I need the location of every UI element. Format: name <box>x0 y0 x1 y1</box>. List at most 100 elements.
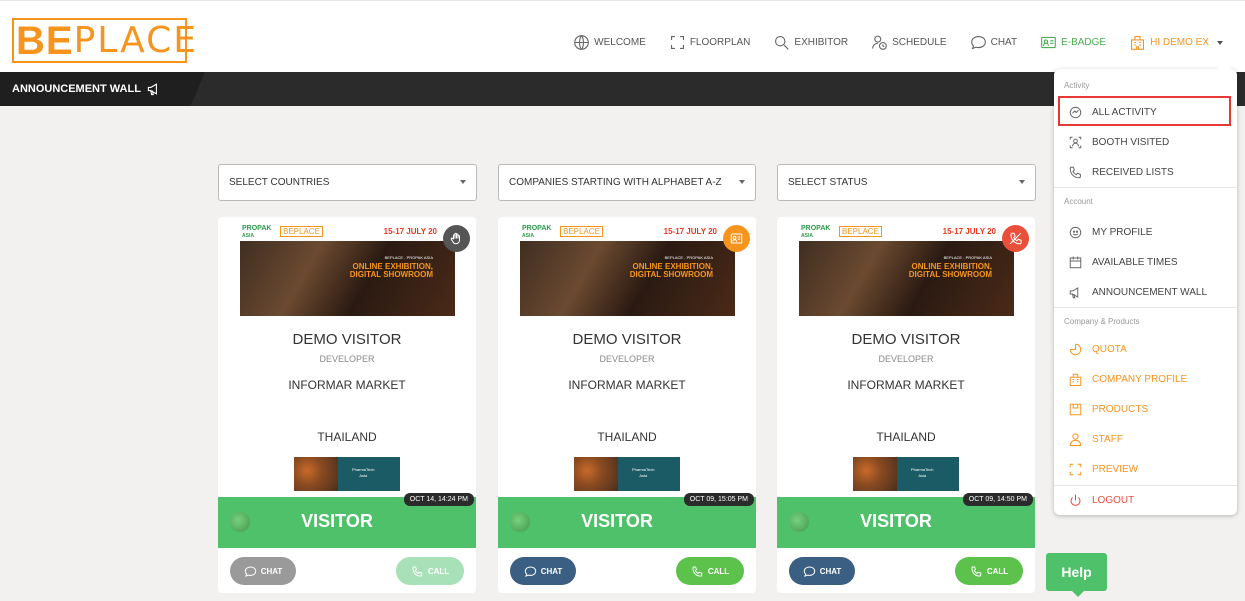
chat-icon <box>244 565 256 577</box>
globe-icon <box>574 35 590 50</box>
menu-logout[interactable]: LOGOUT <box>1068 493 1134 508</box>
status-badge <box>1002 225 1029 252</box>
select-countries[interactable]: SELECT COUNTRIES <box>218 164 477 201</box>
hand-icon <box>449 231 464 246</box>
timestamp-badge: OCT 14, 14:24 PM <box>403 493 474 506</box>
status-badge <box>443 225 470 252</box>
menu-received-lists[interactable]: RECEIVED LISTS <box>1068 165 1174 180</box>
nav-schedule[interactable]: SCHEDULE <box>871 34 947 51</box>
nav-chat[interactable]: CHAT <box>970 34 1017 51</box>
thumbnail-food <box>294 457 338 491</box>
nav-user-label: HI DEMO EX <box>1150 37 1209 48</box>
call-button[interactable]: CALL <box>396 557 464 585</box>
menu-company-profile[interactable]: COMPANY PROFILE <box>1068 372 1187 387</box>
visitor-company: INFORMAR MARKET <box>288 378 406 392</box>
preview-icon <box>1069 463 1082 476</box>
top-header: BE PLACE WELCOME FLOORPLAN EXHIBITOR SCHE… <box>0 0 1245 72</box>
caret-down-icon <box>460 180 466 184</box>
nav-exhibitor[interactable]: EXHIBITOR <box>773 34 848 51</box>
event-banner: PROPAK ASIA BEPLACE 15-17 JULY 20 BEPLACE… <box>240 223 455 316</box>
section-account: Account <box>1064 197 1093 206</box>
status-badge <box>723 225 750 252</box>
banner-small-text: BEPLACE - PROPAK ASIA <box>384 255 433 260</box>
menu-preview[interactable]: PREVIEW <box>1068 462 1138 477</box>
menu-company-profile-label: COMPANY PROFILE <box>1092 374 1188 385</box>
visitor-card[interactable]: PROPAK ASIA BEPLACE 15-17 JULY 20 BEPLACE… <box>218 217 476 593</box>
select-alphabet-value: COMPANIES STARTING WITH ALPHABET A-Z <box>509 177 722 188</box>
select-status[interactable]: SELECT STATUS <box>777 164 1036 201</box>
menu-available-times[interactable]: AVAILABLE TIMES <box>1068 255 1178 270</box>
menu-products[interactable]: PRODUCTS <box>1068 402 1148 417</box>
company-thumbnail: PharmaTech Asia <box>294 457 400 491</box>
chat-button[interactable]: CHAT <box>789 557 855 585</box>
logo-place: PLACE <box>73 19 199 61</box>
select-status-value: SELECT STATUS <box>788 177 868 188</box>
menu-quota[interactable]: QUOTA <box>1068 342 1127 357</box>
announcement-wall-tab[interactable]: ANNOUNCEMENT WALL <box>0 72 205 106</box>
propak-logo: PROPAK ASIA <box>242 225 272 239</box>
beplace-mini-logo: BEPLACE <box>560 226 603 237</box>
visitor-role: DEVELOPER <box>599 354 655 364</box>
visitor-name: DEMO VISITOR <box>572 331 682 348</box>
menu-all-activity[interactable]: ALL ACTIVITY <box>1068 105 1157 120</box>
menu-all-activity-label: ALL ACTIVITY <box>1092 107 1157 118</box>
megaphone-icon <box>1069 287 1079 299</box>
nav-e-badge[interactable]: E-BADGE <box>1040 34 1106 51</box>
nav-chat-label: CHAT <box>990 37 1018 48</box>
select-countries-value: SELECT COUNTRIES <box>229 177 330 188</box>
activity-icon <box>1069 106 1082 119</box>
nav-floorplan[interactable]: FLOORPLAN <box>669 34 750 51</box>
visitor-card[interactable]: PROPAK ASIA BEPLACE 15-17 JULY 20 BEPLACE… <box>498 217 756 593</box>
visitor-role: DEVELOPER <box>319 354 375 364</box>
call-button-label: CALL <box>707 566 730 576</box>
nav-user-menu[interactable]: HI DEMO EX <box>1129 34 1223 51</box>
menu-divider <box>1054 187 1237 188</box>
chat-icon <box>803 565 815 577</box>
chat-button[interactable]: CHAT <box>230 557 296 585</box>
help-label: Help <box>1061 564 1092 580</box>
banner-headline-2: DIGITAL SHOWROOM <box>629 270 713 279</box>
id-card-icon <box>729 231 744 246</box>
event-banner: PROPAK ASIA BEPLACE 15-17 JULY 20 BEPLACE… <box>520 223 735 316</box>
menu-my-profile[interactable]: MY PROFILE <box>1068 225 1152 240</box>
menu-available-times-label: AVAILABLE TIMES <box>1092 257 1178 268</box>
timestamp-badge: OCT 09, 14:50 PM <box>962 493 1033 506</box>
visitor-company: INFORMAR MARKET <box>847 378 965 392</box>
menu-booth-visited-label: BOOTH VISITED <box>1092 137 1170 148</box>
chat-button-label: CHAT <box>540 566 563 576</box>
booth-icon <box>1069 136 1082 149</box>
menu-staff[interactable]: STAFF <box>1068 432 1123 447</box>
section-activity: Activity <box>1064 81 1090 90</box>
menu-quota-label: QUOTA <box>1092 344 1127 355</box>
phone-icon <box>412 565 423 577</box>
help-button[interactable]: Help <box>1046 553 1107 597</box>
chat-button[interactable]: CHAT <box>510 557 576 585</box>
banner-headline-2: DIGITAL SHOWROOM <box>349 270 433 279</box>
nav-welcome[interactable]: WELCOME <box>573 34 646 51</box>
section-company-products: Company & Products <box>1064 317 1140 326</box>
visitor-country: THAILAND <box>317 430 377 444</box>
building-icon <box>1069 373 1082 386</box>
profile-icon <box>1069 226 1082 239</box>
menu-staff-label: STAFF <box>1092 434 1123 445</box>
menu-my-profile-label: MY PROFILE <box>1092 227 1153 238</box>
floorplan-icon <box>670 35 684 50</box>
beplace-logo[interactable]: BE PLACE <box>12 18 196 63</box>
call-button[interactable]: CALL <box>676 557 744 585</box>
banner-small-text: BEPLACE - PROPAK ASIA <box>664 255 713 260</box>
phone-icon <box>971 565 982 577</box>
visitor-card[interactable]: PROPAK ASIA BEPLACE 15-17 JULY 20 BEPLACE… <box>777 217 1035 593</box>
visitor-name: DEMO VISITOR <box>292 331 402 348</box>
call-button-label: CALL <box>986 566 1009 576</box>
menu-announcement-wall[interactable]: ANNOUNCEMENT WALL <box>1068 285 1207 300</box>
help-tail <box>1072 591 1084 597</box>
menu-divider <box>1054 485 1237 486</box>
menu-announcement-wall-label: ANNOUNCEMENT WALL <box>1092 287 1208 298</box>
call-button[interactable]: CALL <box>955 557 1023 585</box>
chevron-down-icon <box>1217 40 1223 45</box>
menu-divider <box>1054 307 1237 308</box>
menu-booth-visited[interactable]: BOOTH VISITED <box>1068 135 1169 150</box>
caret-down-icon <box>1019 180 1025 184</box>
propak-logo: PROPAK ASIA <box>801 225 831 239</box>
select-alphabet[interactable]: COMPANIES STARTING WITH ALPHABET A-Z <box>498 164 756 201</box>
